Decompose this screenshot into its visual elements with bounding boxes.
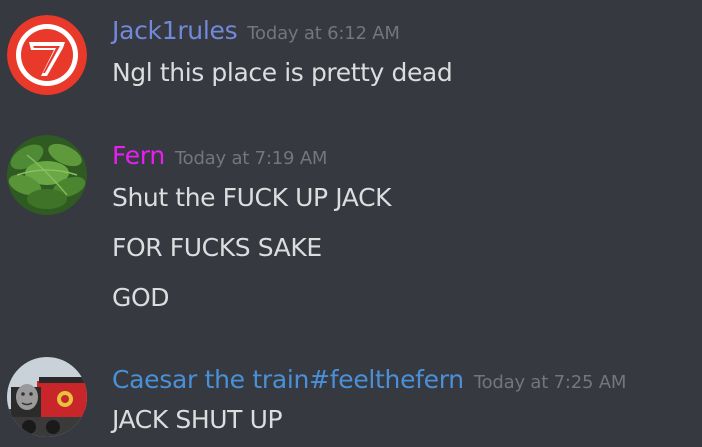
train-face-icon — [7, 357, 87, 437]
username[interactable]: Fern — [112, 141, 165, 170]
red-circle-logo-icon — [7, 15, 87, 95]
message-text: Ngl this place is pretty dead — [112, 58, 453, 87]
timestamp: Today at 7:19 AM — [174, 148, 328, 169]
avatar[interactable] — [7, 357, 87, 437]
message-text: FOR FUCKS SAKE — [112, 233, 322, 262]
message-text: GOD — [112, 283, 170, 312]
avatar[interactable] — [7, 15, 87, 95]
message-text: Shut the FUCK UP JACK — [112, 183, 392, 212]
username[interactable]: Caesar the train#feelthefern — [112, 365, 464, 394]
message-text: JACK SHUT UP — [112, 405, 283, 434]
avatar[interactable] — [7, 135, 87, 215]
timestamp: Today at 7:25 AM — [473, 372, 627, 393]
username[interactable]: Jack1rules — [112, 16, 238, 45]
timestamp: Today at 6:12 AM — [247, 23, 400, 44]
fern-plant-icon — [7, 135, 87, 215]
